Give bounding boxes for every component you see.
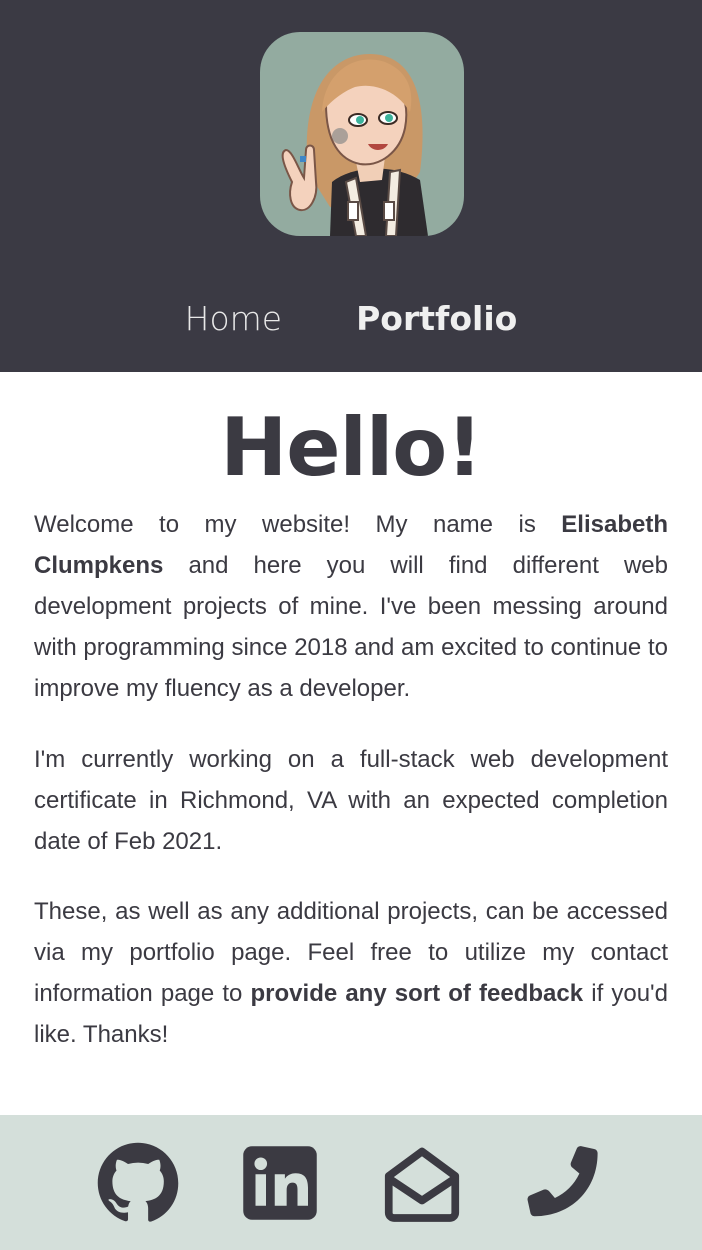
main-content: Hello! Welcome to my website! My name is…: [0, 398, 702, 1055]
page-title: Hello!: [220, 401, 483, 494]
envelope-open-icon[interactable]: [380, 1141, 464, 1225]
linkedin-icon[interactable]: [238, 1141, 322, 1225]
certificate-paragraph: I'm currently working on a full-stack we…: [34, 746, 668, 855]
feedback-link[interactable]: provide any sort of feedback: [251, 980, 584, 1007]
portfolio-paragraph: These, as well as any additional project…: [34, 891, 668, 1055]
main-nav: Home Portfolio: [0, 296, 702, 342]
site-footer: [0, 1115, 702, 1250]
site-header: Home Portfolio: [0, 0, 702, 372]
nav-home-link[interactable]: Home: [185, 296, 282, 342]
github-icon[interactable]: [96, 1141, 180, 1225]
intro-text-before: Welcome to my website! My name is: [34, 511, 562, 538]
avatar: [260, 32, 464, 236]
intro-paragraph: Welcome to my website! My name is Elisab…: [34, 504, 668, 709]
nav-portfolio-link[interactable]: Portfolio: [356, 296, 517, 342]
phone-icon[interactable]: [522, 1141, 606, 1225]
